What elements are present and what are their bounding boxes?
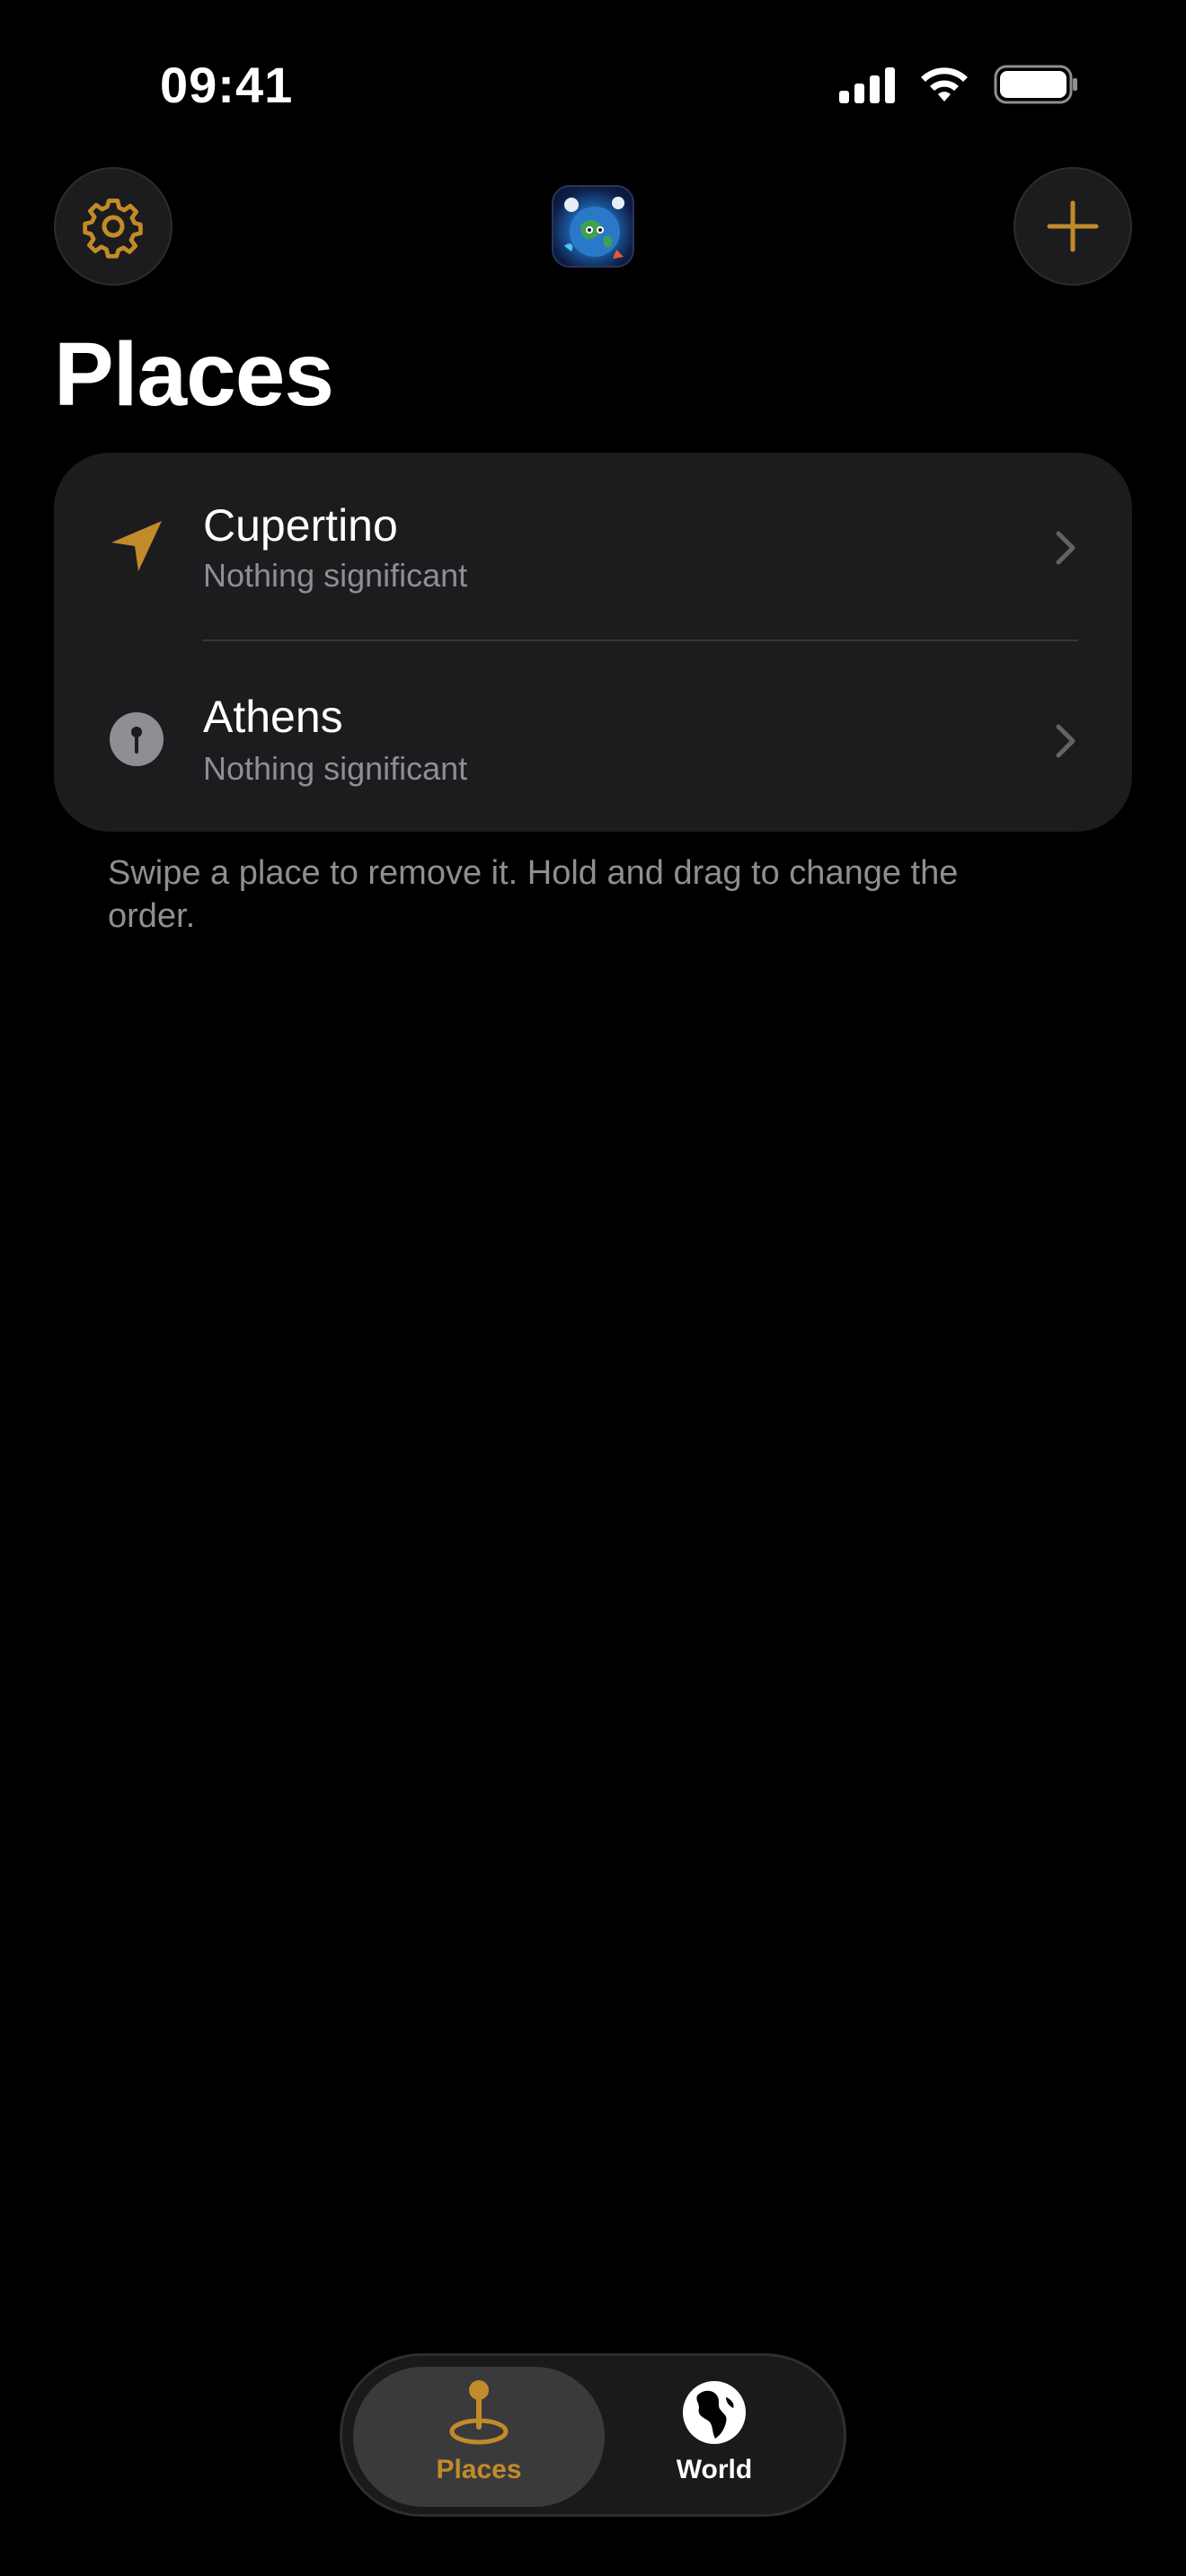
- row-divider: [203, 640, 1078, 641]
- wifi-icon: [921, 67, 968, 101]
- gear-icon: [83, 198, 143, 259]
- earth-app-icon: [552, 185, 634, 268]
- place-row-cupertino[interactable]: Cupertino Nothing significant: [54, 453, 1132, 642]
- page-title: Places: [54, 324, 334, 425]
- settings-button[interactable]: [54, 167, 173, 286]
- pin-icon: [108, 710, 165, 768]
- chevron-right-icon: [1056, 724, 1075, 758]
- place-name: Cupertino: [203, 500, 398, 551]
- status-time: 09:41: [160, 57, 294, 113]
- cellular-signal-icon: [839, 66, 895, 103]
- tab-label: World: [676, 2455, 753, 2484]
- chevron-right-icon: [1056, 531, 1075, 565]
- place-status: Nothing significant: [203, 557, 468, 594]
- status-icons: [839, 65, 1078, 104]
- place-row-athens[interactable]: Athens Nothing significant: [54, 642, 1132, 832]
- location-arrow-icon: [108, 517, 165, 575]
- places-list: Cupertino Nothing significant Athens Not…: [54, 453, 1132, 832]
- place-status: Nothing significant: [203, 750, 468, 787]
- add-place-button[interactable]: [1013, 167, 1132, 286]
- place-name: Athens: [203, 692, 343, 742]
- tab-places[interactable]: Places: [353, 2367, 605, 2507]
- tab-bar: Places World: [340, 2353, 846, 2517]
- places-screen: 09:41 Places Cupertino Nothing significa…: [0, 0, 1186, 2576]
- list-footnote: Swipe a place to remove it. Hold and dra…: [108, 854, 959, 935]
- globe-icon: [683, 2381, 746, 2444]
- tab-label: Places: [436, 2455, 522, 2484]
- tab-world[interactable]: World: [589, 2367, 840, 2507]
- battery-icon: [994, 65, 1077, 104]
- map-pin-icon: [449, 2380, 509, 2445]
- plus-icon: [1047, 200, 1099, 252]
